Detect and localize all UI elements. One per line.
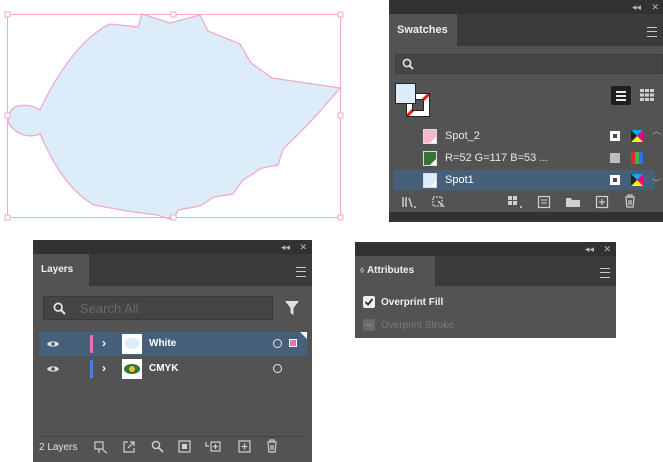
fill-stroke-indicator[interactable] xyxy=(395,83,431,117)
cmyk-mode-icon xyxy=(631,130,643,142)
visibility-eye-icon[interactable] xyxy=(46,339,60,349)
swatch-chip xyxy=(423,129,437,144)
swatch-options-icon[interactable] xyxy=(537,195,551,209)
panel-tab-row: ◊ Attributes xyxy=(355,256,616,286)
layer-row-selected[interactable]: › White xyxy=(39,332,307,356)
close-icon[interactable]: ✕ xyxy=(603,243,611,255)
close-icon[interactable]: ✕ xyxy=(299,241,307,253)
locate-object-icon[interactable] xyxy=(94,441,108,454)
new-sublayer-icon[interactable] xyxy=(205,440,221,453)
swatch-search-input[interactable] xyxy=(395,54,663,74)
filter-icon[interactable] xyxy=(285,301,299,315)
swatch-row[interactable]: R=52 G=117 B=53 ... xyxy=(393,148,655,168)
scroll-up-icon[interactable]: ︿ xyxy=(652,124,661,137)
process-type-icon xyxy=(610,153,620,163)
panel-menu-icon[interactable] xyxy=(600,268,610,278)
swatch-libraries-icon[interactable] xyxy=(401,195,417,209)
grid-view-icon[interactable] xyxy=(639,88,655,102)
new-layer-icon[interactable] xyxy=(238,440,251,453)
swatch-chip xyxy=(423,151,437,166)
overprint-fill-checkbox[interactable] xyxy=(363,296,375,308)
swatches-footer xyxy=(389,194,663,210)
layer-thumbnail xyxy=(122,334,142,354)
swatch-chip xyxy=(423,173,437,188)
artwork-canvas[interactable] xyxy=(0,0,350,225)
panel-menu-icon[interactable] xyxy=(296,267,306,277)
spot-type-icon xyxy=(610,175,620,185)
target-circle-icon[interactable] xyxy=(273,339,282,348)
tab-layers[interactable]: Layers xyxy=(33,254,89,286)
tab-swatches[interactable]: Swatches xyxy=(389,14,457,46)
show-kinds-icon[interactable] xyxy=(507,195,523,209)
cmyk-mode-icon xyxy=(631,174,643,186)
swatch-row[interactable]: Spot_2 xyxy=(393,126,655,146)
list-view-button[interactable] xyxy=(611,86,631,105)
leaf-shape[interactable] xyxy=(7,13,342,221)
layer-search-input[interactable]: Search All xyxy=(43,296,273,320)
overprint-fill-label: Overprint Fill xyxy=(381,297,444,308)
panel-header-strip: ◂◂ ✕ xyxy=(33,240,312,254)
scrollbar[interactable]: ︿ ﹀ xyxy=(651,124,661,192)
swatch-name: Spot_2 xyxy=(445,130,480,142)
make-clipping-mask-icon[interactable] xyxy=(178,440,191,453)
new-color-group-icon[interactable] xyxy=(565,195,581,209)
target-circle-icon[interactable] xyxy=(273,364,282,373)
swatch-row-selected[interactable]: Spot1 xyxy=(393,170,655,190)
tab-attributes[interactable]: ◊ Attributes xyxy=(355,256,435,286)
swatch-name: R=52 G=117 B=53 ... xyxy=(445,152,549,164)
overprint-stroke-checkbox xyxy=(363,319,375,331)
layer-thumbnail xyxy=(122,359,142,379)
layer-list-bottom-border xyxy=(39,436,307,437)
new-swatch-icon[interactable] xyxy=(595,195,609,209)
delete-swatch-icon[interactable] xyxy=(623,194,637,209)
panel-header-strip: ◂◂ ✕ xyxy=(355,242,616,256)
corner-triangle-icon xyxy=(300,332,307,339)
checkmark-icon xyxy=(364,298,374,306)
delete-layer-icon[interactable] xyxy=(265,439,279,454)
collapse-icon[interactable]: ◂◂ xyxy=(281,241,290,253)
swatch-name: Spot1 xyxy=(445,174,474,186)
overprint-stroke-label: Overprint Stroke xyxy=(381,320,454,331)
panel-tab-row: Swatches xyxy=(389,14,663,46)
panel-tab-row: Layers xyxy=(33,254,312,286)
panel-menu-icon[interactable] xyxy=(647,27,657,37)
expand-chevron-icon[interactable]: › xyxy=(102,336,106,350)
collapse-icon[interactable]: ◂◂ xyxy=(585,243,594,255)
scroll-down-icon[interactable]: ﹀ xyxy=(652,176,661,189)
collapse-icon[interactable]: ◂◂ xyxy=(632,1,641,13)
swatches-panel: ◂◂ ✕ Swatches Spot_2 R=52 G=117 B=53 ...… xyxy=(389,0,663,222)
tab-label: Attributes xyxy=(366,265,415,276)
layer-count: 2 Layers xyxy=(39,442,78,453)
panel-header-strip: ◂◂ ✕ xyxy=(389,0,663,14)
export-icon[interactable] xyxy=(122,440,136,454)
search-icon xyxy=(53,302,66,315)
search-icon[interactable] xyxy=(151,440,164,453)
place-swatch-icon[interactable] xyxy=(431,195,447,209)
layers-panel: ◂◂ ✕ Layers Search All › White › CMYK 2 … xyxy=(33,240,312,462)
spot-type-icon xyxy=(610,131,620,141)
search-placeholder: Search All xyxy=(80,301,139,316)
layer-color-bar xyxy=(90,335,93,353)
selection-indicator[interactable] xyxy=(289,339,297,347)
search-icon xyxy=(402,58,414,70)
expand-chevron-icon[interactable]: › xyxy=(102,361,106,375)
attributes-panel: ◂◂ ✕ ◊ Attributes Overprint Fill Overprin… xyxy=(355,242,616,338)
layer-name[interactable]: CMYK xyxy=(149,363,178,374)
tab-toggle-icon[interactable]: ◊ xyxy=(360,266,364,275)
layer-name[interactable]: White xyxy=(149,338,176,349)
rgb-mode-icon xyxy=(631,152,643,164)
visibility-eye-icon[interactable] xyxy=(46,364,60,374)
layer-row[interactable]: › CMYK xyxy=(39,357,307,381)
swatch-list: Spot_2 R=52 G=117 B=53 ... Spot1 ︿ ﹀ xyxy=(389,124,663,194)
fill-swatch[interactable] xyxy=(395,83,416,104)
close-icon[interactable]: ✕ xyxy=(651,1,659,13)
layer-color-bar xyxy=(90,360,93,378)
panel-bottom-strip xyxy=(389,212,663,222)
